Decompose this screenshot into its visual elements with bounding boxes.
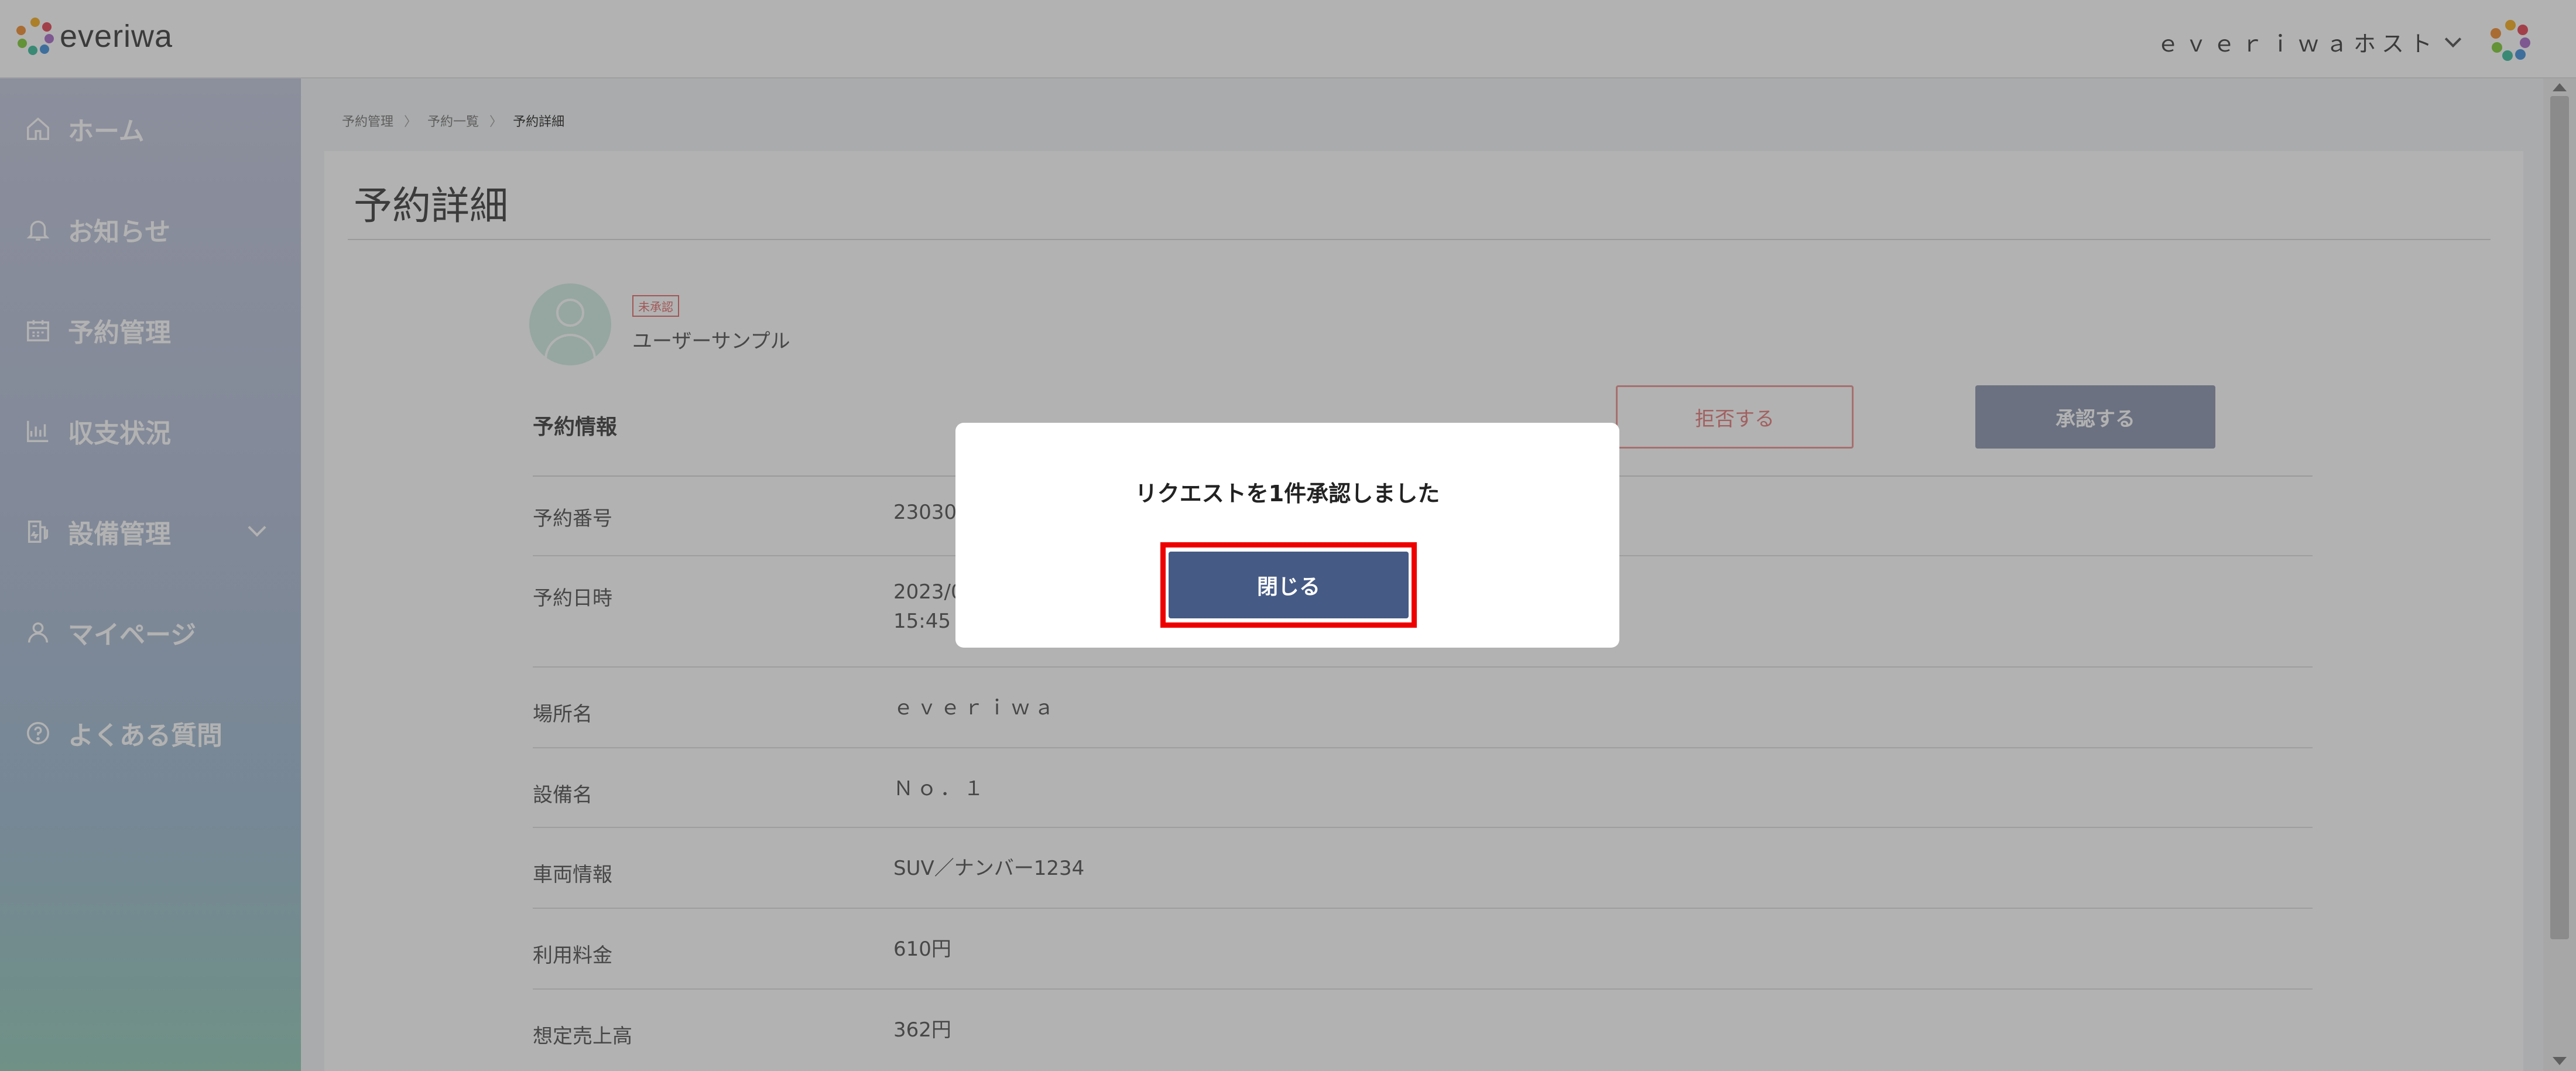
modal-message: リクエストを1件承認しました bbox=[1135, 481, 1440, 507]
close-button[interactable]: 閉じる bbox=[1169, 552, 1409, 618]
